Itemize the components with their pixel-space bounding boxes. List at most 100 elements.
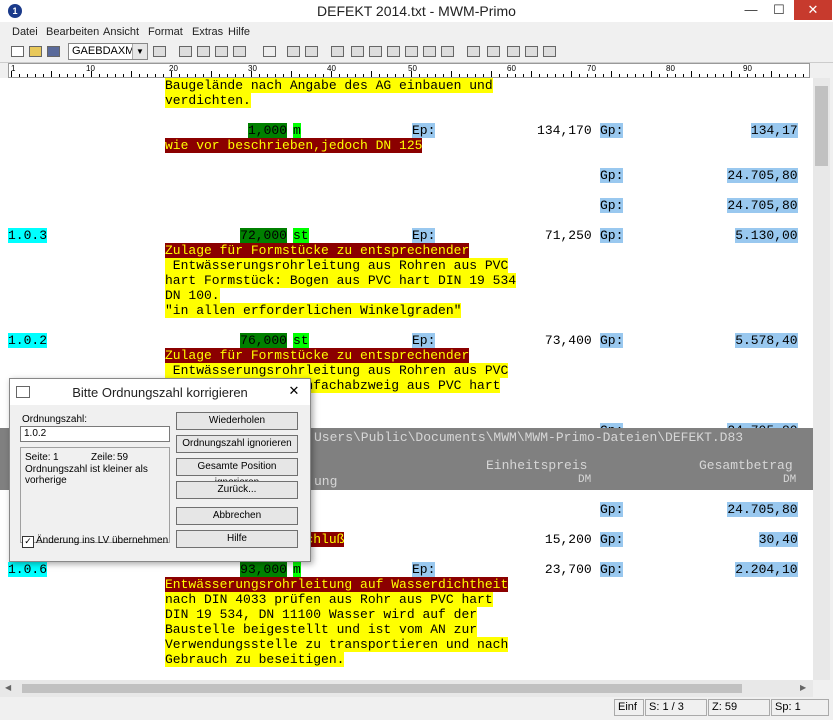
ruler-tick <box>355 74 356 77</box>
minimize-button[interactable]: — <box>737 0 765 20</box>
open-icon[interactable] <box>28 44 43 59</box>
column-header-gp: Gesamtbetrag <box>699 458 793 473</box>
tool-icon[interactable] <box>386 44 401 59</box>
ruler-label: 60 <box>507 64 516 73</box>
ruler-tick <box>251 71 252 77</box>
ruler-tick <box>635 74 636 77</box>
ruler-tick <box>771 71 772 77</box>
ruler-tick <box>739 74 740 77</box>
file-path: Users\Public\Documents\MWM\MWM-Primo-Dat… <box>314 430 744 445</box>
menu-format[interactable]: Format <box>148 26 183 38</box>
ruler-tick <box>227 74 228 77</box>
apply-to-lv-checkbox[interactable]: ✓ <box>22 536 34 548</box>
help-button[interactable]: Hilfe <box>176 530 298 548</box>
ruler-tick <box>523 74 524 77</box>
ruler-tick <box>235 74 236 77</box>
tool-icon[interactable] <box>196 44 211 59</box>
price-label: Ep: <box>412 333 436 348</box>
ruler-tick <box>467 74 468 77</box>
view-icon[interactable] <box>152 44 167 59</box>
text-line: Entwässerungsrohrleitung aus Rohren aus … <box>165 258 509 273</box>
tool-icon[interactable] <box>422 44 437 59</box>
correction-dialog: Bitte Ordnungszahl korrigieren ✕ Ordnung… <box>9 378 311 562</box>
wiederholen-button[interactable]: Wiederholen <box>176 412 298 430</box>
ruler-tick <box>299 74 300 77</box>
tool-icon[interactable] <box>368 44 383 59</box>
ruler-tick <box>99 74 100 77</box>
find-icon[interactable] <box>178 44 193 59</box>
new-icon[interactable] <box>10 44 25 59</box>
copy-icon[interactable] <box>304 44 319 59</box>
tool-icon[interactable] <box>466 44 481 59</box>
save-icon[interactable] <box>46 44 61 59</box>
menu-extras[interactable]: Extras <box>192 26 223 38</box>
maximize-button[interactable]: ☐ <box>765 0 793 20</box>
ruler-tick <box>699 74 700 77</box>
scroll-right-icon[interactable]: ▶ <box>800 683 806 692</box>
ruler[interactable]: 1 10 20 30 40 50 60 70 80 90 <box>8 63 810 78</box>
text-line: Zulage für Formstücke zu entsprechender <box>165 243 470 258</box>
horizontal-scrollbar[interactable]: ◀ ▶ <box>0 680 813 697</box>
menu-ansicht[interactable]: Ansicht <box>103 26 139 38</box>
tool-icon[interactable] <box>524 44 539 59</box>
close-button[interactable]: ✕ <box>794 0 832 20</box>
info-box: Seite: 1 Zeile: 59 Ordnungszahl ist klei… <box>20 447 170 543</box>
ruler-tick <box>683 74 684 77</box>
format-select[interactable]: GAEBDAXML ▼ <box>68 43 148 60</box>
tool-icon[interactable] <box>542 44 557 59</box>
ruler-label: 30 <box>248 64 257 73</box>
ruler-tick <box>803 74 804 77</box>
text-line: st <box>293 228 309 243</box>
ruler-tick <box>403 74 404 77</box>
text-line: "in allen erforderlichen Winkelgraden" <box>165 303 462 318</box>
menu-datei[interactable]: Datei <box>12 26 38 38</box>
tool-icon[interactable] <box>350 44 365 59</box>
chevron-down-icon[interactable]: ▼ <box>132 44 147 59</box>
ruler-tick <box>243 74 244 77</box>
ruler-tick <box>11 71 12 77</box>
tool-icon[interactable] <box>232 44 247 59</box>
tool-icon[interactable] <box>440 44 455 59</box>
status-bar: Einf S: 1 / 3 Z: 59 Sp: 1 <box>0 697 833 720</box>
text-line: 2.204,10 <box>735 562 798 577</box>
dialog-title-bar[interactable]: Bitte Ordnungszahl korrigieren ✕ <box>10 379 310 405</box>
ruler-tick <box>331 71 332 77</box>
ruler-tick <box>195 74 196 77</box>
menu-bearbeiten[interactable]: Bearbeiten <box>46 26 99 38</box>
text-line: nach DIN 4033 prüfen aus Rohr aus PVC ha… <box>165 592 493 607</box>
ruler-tick <box>547 74 548 77</box>
tool-icon[interactable] <box>404 44 419 59</box>
align-icon[interactable] <box>330 44 345 59</box>
ruler-tick <box>203 74 204 77</box>
ruler-tick <box>587 74 588 77</box>
tool-icon[interactable] <box>506 44 521 59</box>
cancel-button[interactable]: Abbrechen <box>176 507 298 525</box>
back-button[interactable]: Zurück... <box>176 481 298 499</box>
scroll-left-icon[interactable]: ◀ <box>5 683 11 692</box>
ruler-tick <box>259 74 260 77</box>
spell-icon[interactable] <box>262 44 277 59</box>
tool-icon[interactable] <box>214 44 229 59</box>
text-line: verdichten. <box>165 93 251 108</box>
vertical-scroll-thumb[interactable] <box>815 86 828 166</box>
tool-icon[interactable] <box>486 44 501 59</box>
text-line: wie vor beschrieben,jedoch DN 125 <box>165 138 423 153</box>
ruler-tick <box>795 74 796 77</box>
ignore-number-button[interactable]: Ordnungszahl ignorieren <box>176 435 298 453</box>
vertical-scrollbar[interactable] <box>813 78 830 680</box>
ruler-tick <box>91 71 92 77</box>
ordnungszahl-input[interactable]: 1.0.2 <box>20 426 170 442</box>
ruler-tick <box>131 71 132 77</box>
menu-hilfe[interactable]: Hilfe <box>228 26 250 38</box>
ruler-tick <box>443 74 444 77</box>
ruler-tick <box>627 74 628 77</box>
page-icon[interactable] <box>286 44 301 59</box>
ignore-position-button[interactable]: Gesamte Position ignorieren <box>176 458 298 488</box>
text-line: Entwässerungsrohrleitung aus Rohren aus … <box>165 363 509 378</box>
dialog-close-button[interactable]: ✕ <box>282 381 306 401</box>
text-line: 15,200 <box>544 532 592 547</box>
ruler-tick <box>315 74 316 77</box>
ruler-tick <box>659 74 660 77</box>
text-line: m <box>293 562 301 577</box>
horizontal-scroll-thumb[interactable] <box>22 684 742 693</box>
